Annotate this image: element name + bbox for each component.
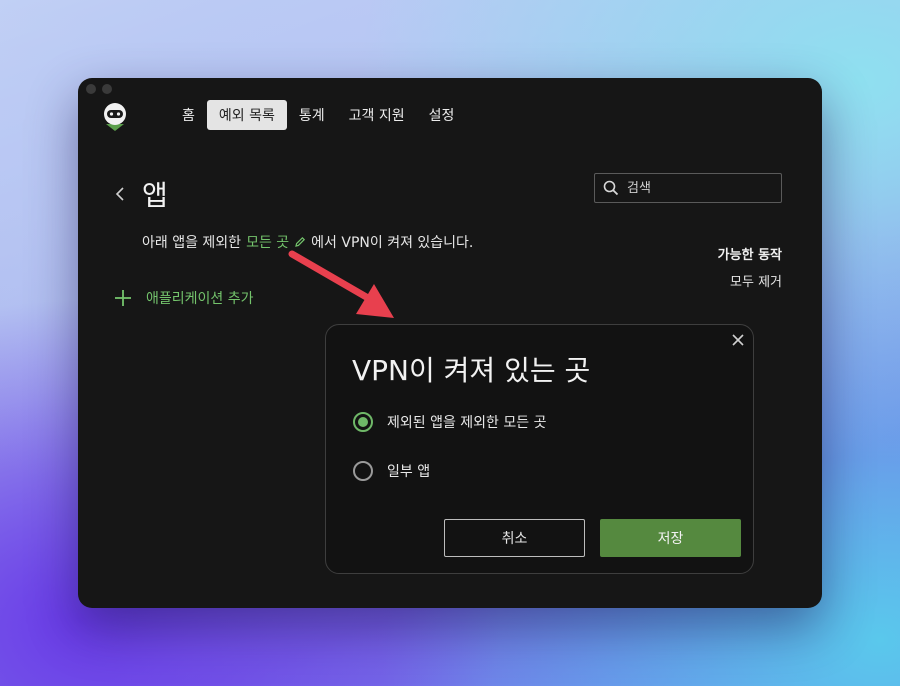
option-label: 일부 앱: [387, 464, 431, 480]
nav-item-exceptions[interactable]: 예외 목록: [206, 100, 287, 130]
radio-selected[interactable]: [353, 412, 373, 432]
description-prefix: 아래 앱을 제외한: [142, 235, 242, 251]
save-button[interactable]: 저장: [600, 519, 741, 557]
back-chevron-icon[interactable]: [114, 184, 126, 204]
plus-icon: [115, 290, 131, 306]
cancel-button[interactable]: 취소: [444, 519, 585, 557]
search-icon: [603, 180, 619, 196]
option-some-apps[interactable]: 일부 앱: [353, 461, 430, 481]
dialog-title: VPN이 켜져 있는 곳: [352, 354, 591, 387]
window-minimize-dot[interactable]: [102, 84, 112, 94]
option-label: 제외된 앱을 제외한 모든 곳: [387, 415, 547, 431]
add-application-label: 애플리케이션 추가: [146, 291, 254, 307]
nav-item-statistics[interactable]: 통계: [287, 100, 337, 130]
window-close-dot[interactable]: [86, 84, 96, 94]
window-controls: [86, 84, 112, 94]
add-application-button[interactable]: 애플리케이션 추가: [114, 288, 254, 308]
search-box[interactable]: [594, 173, 782, 203]
all-places-link[interactable]: 모든 곳: [246, 232, 289, 252]
nav-item-support[interactable]: 고객 지원: [337, 100, 417, 130]
page-title: 앱: [142, 179, 168, 212]
vpn-scope-dialog: VPN이 켜져 있는 곳 제외된 앱을 제외한 모든 곳 일부 앱 취소 저장: [325, 324, 754, 574]
option-all-except-excluded[interactable]: 제외된 앱을 제외한 모든 곳: [353, 412, 546, 432]
main-nav: 홈 예외 목록 통계 고객 지원 설정: [170, 100, 466, 130]
remove-all-button[interactable]: 모두 제거: [730, 271, 782, 290]
edit-pencil-icon[interactable]: [294, 236, 306, 248]
logo-icon: [104, 103, 126, 131]
available-actions-heading: 가능한 동작: [717, 248, 782, 263]
close-icon[interactable]: [731, 333, 745, 347]
annotation-arrow: [288, 250, 394, 318]
nav-item-home[interactable]: 홈: [170, 100, 207, 130]
search-input[interactable]: [627, 180, 777, 196]
radio-unselected[interactable]: [353, 461, 373, 481]
nav-item-settings[interactable]: 설정: [417, 100, 467, 130]
